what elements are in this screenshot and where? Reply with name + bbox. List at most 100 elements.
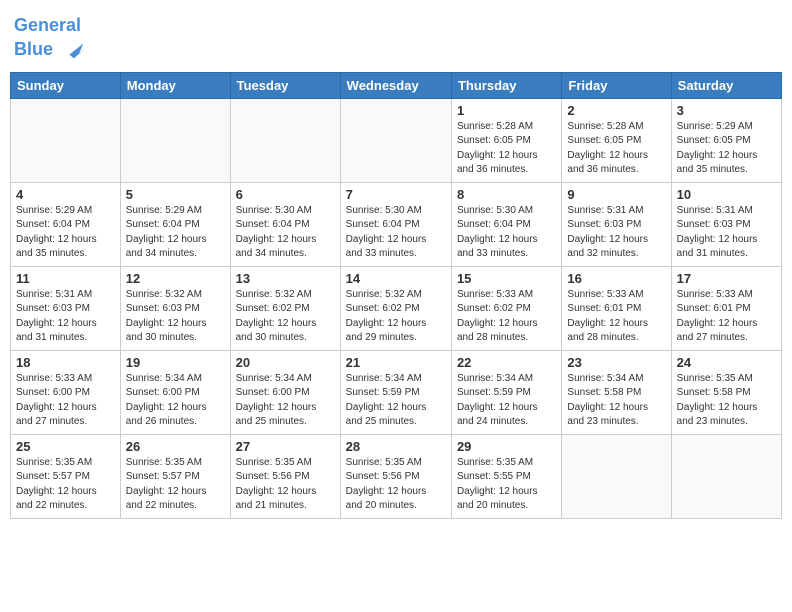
- week-row-2: 4 Sunrise: 5:29 AM Sunset: 6:04 PM Daylig…: [11, 182, 782, 266]
- day-number: 11: [16, 271, 115, 286]
- calendar-cell: 18 Sunrise: 5:33 AM Sunset: 6:00 PM Dayli…: [11, 350, 121, 434]
- calendar-cell: [562, 434, 671, 518]
- calendar-cell: 19 Sunrise: 5:34 AM Sunset: 6:00 PM Dayli…: [120, 350, 230, 434]
- calendar-cell: 21 Sunrise: 5:34 AM Sunset: 5:59 PM Dayli…: [340, 350, 451, 434]
- day-number: 2: [567, 103, 665, 118]
- day-info: Sunrise: 5:35 AM Sunset: 5:56 PM Dayligh…: [346, 456, 446, 514]
- day-number: 28: [346, 439, 446, 454]
- weekday-header-monday: Monday: [120, 72, 230, 98]
- day-number: 23: [567, 355, 665, 370]
- calendar-cell: 3 Sunrise: 5:29 AM Sunset: 6:05 PM Daylig…: [671, 98, 781, 182]
- calendar-cell: 15 Sunrise: 5:33 AM Sunset: 6:02 PM Dayli…: [451, 266, 561, 350]
- calendar-cell: 20 Sunrise: 5:34 AM Sunset: 6:00 PM Dayli…: [230, 350, 340, 434]
- day-info: Sunrise: 5:31 AM Sunset: 6:03 PM Dayligh…: [567, 204, 665, 262]
- logo: General Blue: [14, 16, 88, 64]
- weekday-header-sunday: Sunday: [11, 72, 121, 98]
- day-number: 9: [567, 187, 665, 202]
- day-number: 25: [16, 439, 115, 454]
- day-info: Sunrise: 5:33 AM Sunset: 6:01 PM Dayligh…: [677, 288, 776, 346]
- weekday-header-saturday: Saturday: [671, 72, 781, 98]
- week-row-5: 25 Sunrise: 5:35 AM Sunset: 5:57 PM Dayli…: [11, 434, 782, 518]
- day-number: 19: [126, 355, 225, 370]
- day-number: 15: [457, 271, 556, 286]
- calendar-cell: 16 Sunrise: 5:33 AM Sunset: 6:01 PM Dayli…: [562, 266, 671, 350]
- calendar-cell: 9 Sunrise: 5:31 AM Sunset: 6:03 PM Daylig…: [562, 182, 671, 266]
- calendar-cell: 25 Sunrise: 5:35 AM Sunset: 5:57 PM Dayli…: [11, 434, 121, 518]
- day-number: 12: [126, 271, 225, 286]
- weekday-header-row: SundayMondayTuesdayWednesdayThursdayFrid…: [11, 72, 782, 98]
- day-info: Sunrise: 5:32 AM Sunset: 6:02 PM Dayligh…: [236, 288, 335, 346]
- calendar-cell: 11Sunrise: 5:31 AM Sunset: 6:03 PM Dayli…: [11, 266, 121, 350]
- day-info: Sunrise: 5:32 AM Sunset: 6:02 PM Dayligh…: [346, 288, 446, 346]
- day-number: 26: [126, 439, 225, 454]
- day-number: 1: [457, 103, 556, 118]
- day-number: 14: [346, 271, 446, 286]
- day-info: Sunrise: 5:33 AM Sunset: 6:02 PM Dayligh…: [457, 288, 556, 346]
- calendar-cell: 2 Sunrise: 5:28 AM Sunset: 6:05 PM Daylig…: [562, 98, 671, 182]
- calendar-cell: [340, 98, 451, 182]
- calendar-cell: 23 Sunrise: 5:34 AM Sunset: 5:58 PM Dayli…: [562, 350, 671, 434]
- day-info: Sunrise: 5:33 AM Sunset: 6:00 PM Dayligh…: [16, 372, 115, 430]
- day-info: Sunrise: 5:34 AM Sunset: 5:58 PM Dayligh…: [567, 372, 665, 430]
- weekday-header-tuesday: Tuesday: [230, 72, 340, 98]
- calendar-cell: 1 Sunrise: 5:28 AM Sunset: 6:05 PM Daylig…: [451, 98, 561, 182]
- weekday-header-thursday: Thursday: [451, 72, 561, 98]
- day-info: Sunrise: 5:35 AM Sunset: 5:56 PM Dayligh…: [236, 456, 335, 514]
- day-number: 17: [677, 271, 776, 286]
- calendar-cell: 29Sunrise: 5:35 AM Sunset: 5:55 PM Dayli…: [451, 434, 561, 518]
- day-number: 16: [567, 271, 665, 286]
- day-info: Sunrise: 5:34 AM Sunset: 5:59 PM Dayligh…: [457, 372, 556, 430]
- weekday-header-wednesday: Wednesday: [340, 72, 451, 98]
- calendar-cell: [671, 434, 781, 518]
- calendar-cell: 13Sunrise: 5:32 AM Sunset: 6:02 PM Dayli…: [230, 266, 340, 350]
- day-number: 21: [346, 355, 446, 370]
- page-header: General Blue: [10, 10, 782, 64]
- logo-bird-icon: [60, 36, 88, 64]
- day-info: Sunrise: 5:34 AM Sunset: 6:00 PM Dayligh…: [126, 372, 225, 430]
- calendar-cell: [11, 98, 121, 182]
- calendar-cell: 4 Sunrise: 5:29 AM Sunset: 6:04 PM Daylig…: [11, 182, 121, 266]
- day-info: Sunrise: 5:35 AM Sunset: 5:57 PM Dayligh…: [126, 456, 225, 514]
- calendar-cell: 10Sunrise: 5:31 AM Sunset: 6:03 PM Dayli…: [671, 182, 781, 266]
- calendar-cell: 17 Sunrise: 5:33 AM Sunset: 6:01 PM Dayli…: [671, 266, 781, 350]
- calendar-cell: [230, 98, 340, 182]
- day-info: Sunrise: 5:32 AM Sunset: 6:03 PM Dayligh…: [126, 288, 225, 346]
- logo-general: General: [14, 15, 81, 35]
- calendar-cell: 14 Sunrise: 5:32 AM Sunset: 6:02 PM Dayli…: [340, 266, 451, 350]
- day-info: Sunrise: 5:29 AM Sunset: 6:05 PM Dayligh…: [677, 120, 776, 178]
- calendar-cell: 22Sunrise: 5:34 AM Sunset: 5:59 PM Dayli…: [451, 350, 561, 434]
- day-info: Sunrise: 5:30 AM Sunset: 6:04 PM Dayligh…: [236, 204, 335, 262]
- day-number: 3: [677, 103, 776, 118]
- day-number: 7: [346, 187, 446, 202]
- day-info: Sunrise: 5:35 AM Sunset: 5:58 PM Dayligh…: [677, 372, 776, 430]
- day-number: 24: [677, 355, 776, 370]
- calendar-cell: 24 Sunrise: 5:35 AM Sunset: 5:58 PM Dayli…: [671, 350, 781, 434]
- calendar-table: SundayMondayTuesdayWednesdayThursdayFrid…: [10, 72, 782, 519]
- day-info: Sunrise: 5:34 AM Sunset: 6:00 PM Dayligh…: [236, 372, 335, 430]
- day-info: Sunrise: 5:28 AM Sunset: 6:05 PM Dayligh…: [567, 120, 665, 178]
- calendar-cell: 5Sunrise: 5:29 AM Sunset: 6:04 PM Daylig…: [120, 182, 230, 266]
- day-number: 18: [16, 355, 115, 370]
- day-number: 20: [236, 355, 335, 370]
- week-row-3: 11Sunrise: 5:31 AM Sunset: 6:03 PM Dayli…: [11, 266, 782, 350]
- calendar-cell: 6 Sunrise: 5:30 AM Sunset: 6:04 PM Daylig…: [230, 182, 340, 266]
- day-info: Sunrise: 5:33 AM Sunset: 6:01 PM Dayligh…: [567, 288, 665, 346]
- week-row-4: 18 Sunrise: 5:33 AM Sunset: 6:00 PM Dayli…: [11, 350, 782, 434]
- day-info: Sunrise: 5:35 AM Sunset: 5:55 PM Dayligh…: [457, 456, 556, 514]
- day-info: Sunrise: 5:34 AM Sunset: 5:59 PM Dayligh…: [346, 372, 446, 430]
- week-row-1: 1 Sunrise: 5:28 AM Sunset: 6:05 PM Daylig…: [11, 98, 782, 182]
- calendar-cell: 27Sunrise: 5:35 AM Sunset: 5:56 PM Dayli…: [230, 434, 340, 518]
- calendar-cell: 7 Sunrise: 5:30 AM Sunset: 6:04 PM Daylig…: [340, 182, 451, 266]
- calendar-cell: 12 Sunrise: 5:32 AM Sunset: 6:03 PM Dayli…: [120, 266, 230, 350]
- logo-blue: Blue: [14, 39, 53, 59]
- day-info: Sunrise: 5:28 AM Sunset: 6:05 PM Dayligh…: [457, 120, 556, 178]
- day-info: Sunrise: 5:35 AM Sunset: 5:57 PM Dayligh…: [16, 456, 115, 514]
- day-info: Sunrise: 5:30 AM Sunset: 6:04 PM Dayligh…: [346, 204, 446, 262]
- day-number: 4: [16, 187, 115, 202]
- calendar-cell: [120, 98, 230, 182]
- day-number: 8: [457, 187, 556, 202]
- day-info: Sunrise: 5:29 AM Sunset: 6:04 PM Dayligh…: [16, 204, 115, 262]
- weekday-header-friday: Friday: [562, 72, 671, 98]
- calendar-cell: 8Sunrise: 5:30 AM Sunset: 6:04 PM Daylig…: [451, 182, 561, 266]
- day-number: 6: [236, 187, 335, 202]
